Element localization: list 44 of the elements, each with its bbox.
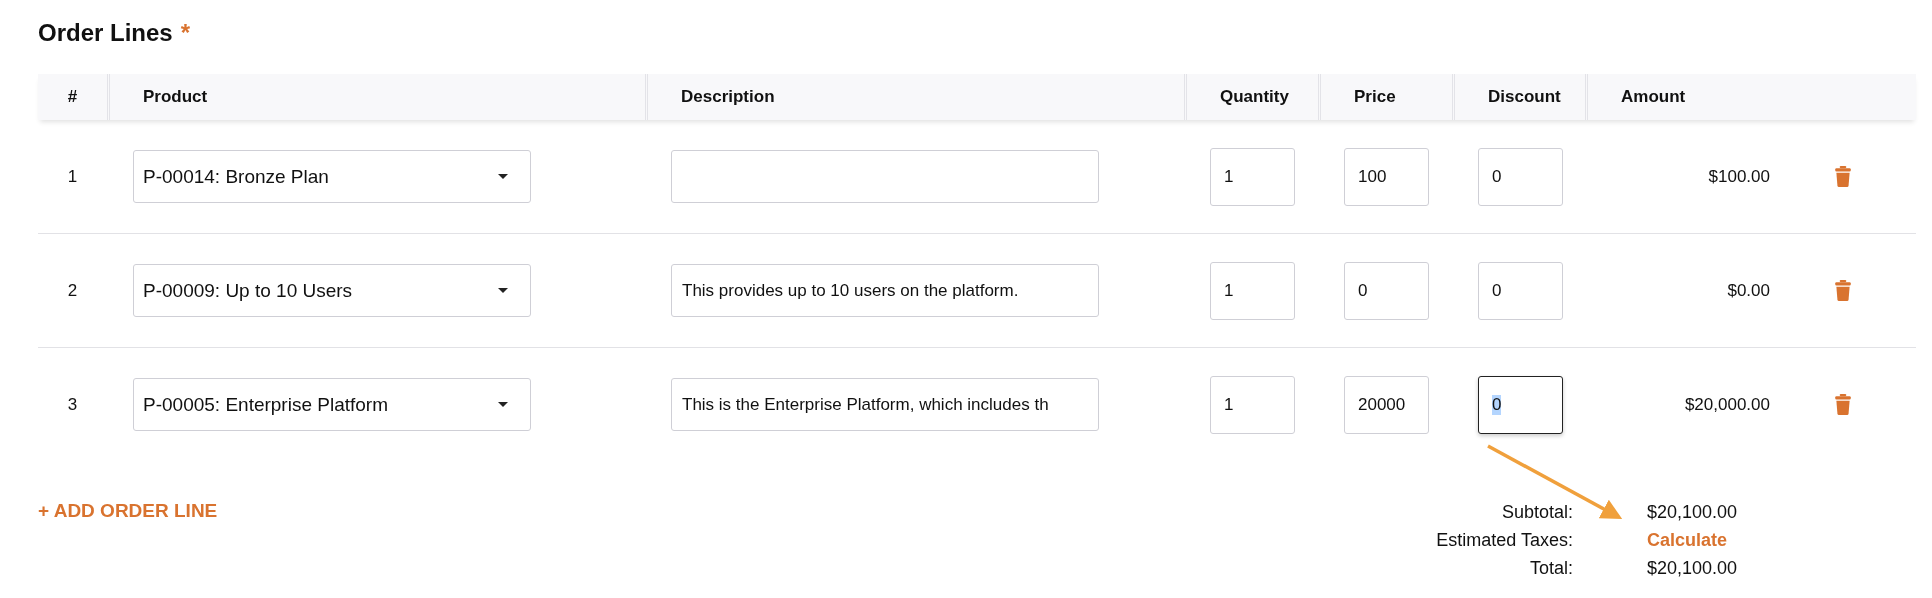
column-header: # — [67, 87, 78, 107]
price-field[interactable]: 20000 — [1344, 375, 1429, 434]
discount-field[interactable]: 0 — [1478, 261, 1563, 320]
amount-text: $100.00 — [1708, 166, 1770, 187]
caret-icon — [498, 174, 508, 179]
quantity-field[interactable]: 1 — [1210, 261, 1295, 320]
price-field[interactable]: 100 — [1344, 147, 1429, 206]
row-number: 3 — [67, 394, 78, 415]
row-number: 2 — [67, 280, 78, 301]
caret-icon — [498, 402, 508, 407]
trash-icon — [1835, 394, 1851, 415]
product-dropdown[interactable]: P-00009: Up to 10 Users — [133, 264, 531, 317]
column-header: Quantity — [1220, 87, 1289, 107]
amount-text: $20,000.00 — [1684, 394, 1770, 415]
column-header: Price — [1354, 87, 1396, 107]
total-value: $20,100.00 — [1647, 501, 1739, 523]
required-mark: * — [180, 19, 191, 47]
row-number: 1 — [67, 166, 78, 187]
description-field[interactable] — [671, 150, 1099, 203]
trash-icon — [1835, 166, 1851, 187]
total-label: Subtotal: — [1500, 501, 1573, 523]
column-header: Description — [681, 87, 775, 107]
description-field[interactable]: This provides up to 10 users on the platform. — [671, 264, 1099, 317]
total-label: Total: — [1528, 557, 1573, 579]
caret-icon — [498, 288, 508, 293]
trash-icon — [1835, 280, 1851, 301]
total-label: Estimated Taxes: — [1435, 529, 1573, 551]
discount-field[interactable]: 0 — [1478, 147, 1563, 206]
column-header: Product — [143, 87, 208, 107]
amount-text: $0.00 — [1727, 280, 1770, 301]
description-field[interactable]: This is the Enterprise Platform, which includes th — [671, 378, 1099, 431]
column-header: Discount — [1488, 87, 1561, 107]
quantity-field[interactable]: 1 — [1210, 375, 1295, 434]
delete-button[interactable] — [1833, 278, 1853, 303]
product-dropdown[interactable]: P-00014: Bronze Plan — [133, 150, 531, 203]
delete-button[interactable] — [1833, 392, 1853, 417]
quantity-field[interactable]: 1 — [1210, 147, 1295, 206]
total-value: $20,100.00 — [1647, 557, 1739, 579]
product-dropdown[interactable]: P-00005: Enterprise Platform — [133, 378, 531, 431]
section-title: Order Lines — [38, 19, 173, 47]
discount-field[interactable]: 0 — [1478, 375, 1563, 434]
delete-button[interactable] — [1833, 164, 1853, 189]
column-header: Amount — [1621, 87, 1686, 107]
price-field[interactable]: 0 — [1344, 261, 1429, 320]
